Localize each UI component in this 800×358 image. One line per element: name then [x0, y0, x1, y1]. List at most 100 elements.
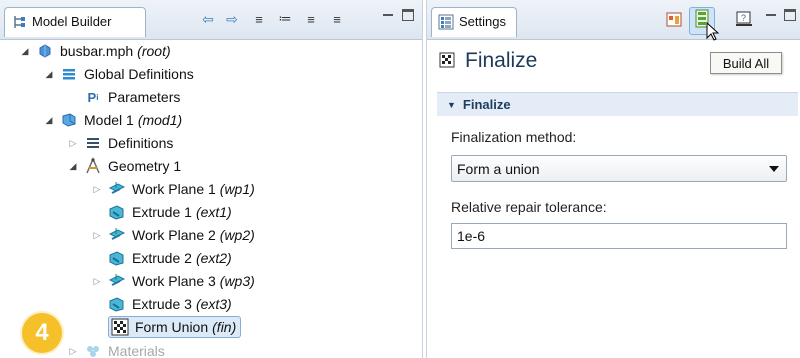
minimize-icon[interactable] [765, 9, 777, 21]
collapse-all-icon[interactable]: ≔ [276, 10, 294, 28]
workplane-icon [108, 180, 126, 198]
materials-icon [84, 342, 102, 358]
repair-tolerance-label: Relative repair tolerance: [451, 199, 607, 215]
expand-all-icon[interactable]: ≡ [250, 10, 268, 28]
mouse-cursor-icon [706, 21, 720, 45]
geometry-icon [84, 157, 102, 175]
tab-settings-label: Settings [459, 14, 506, 29]
tree-item-work-plane-3[interactable]: ▷ Work Plane 3 (wp3) [90, 270, 255, 292]
finalization-method-select[interactable]: Form a union [451, 155, 787, 182]
arrow-left-icon[interactable]: ⇦ [199, 10, 217, 28]
sort-down-icon[interactable]: ≡ [328, 10, 346, 28]
expand-toggle[interactable]: ▷ [90, 184, 104, 195]
expand-toggle[interactable]: ◢ [42, 115, 56, 126]
extrude-icon [108, 249, 126, 267]
tree-item-geometry-1[interactable]: ◢ Geometry 1 [66, 155, 181, 177]
tree-item-tag: (wp2) [219, 227, 255, 243]
expand-toggle[interactable]: ▷ [66, 346, 80, 357]
repair-tolerance-value: 1e-6 [457, 228, 486, 244]
tree-item-label: Parameters [108, 89, 181, 105]
tree-item-tag: (root) [137, 43, 171, 59]
arrow-right-icon[interactable]: ⇨ [223, 10, 241, 28]
model-builder-panel: Model Builder ⇦ ⇨ ≡ ≔ ≡ ≡ ◢ busbar.mph (… [0, 0, 423, 358]
settings-tabbar: Settings ? [427, 0, 800, 40]
model-builder-icon [11, 14, 27, 30]
tree-item-extrude-1[interactable]: Extrude 1 (ext1) [90, 201, 232, 223]
definitions-icon [84, 134, 102, 152]
settings-panel: Settings ? Finalize Build All ▼ Finalize… [426, 0, 800, 358]
tree-item-label: Extrude 3 [132, 296, 192, 312]
minimize-icon[interactable] [382, 9, 394, 21]
expand-toggle[interactable]: ◢ [66, 161, 80, 172]
finalization-method-value: Form a union [457, 160, 540, 177]
workplane-icon [108, 272, 126, 290]
tree-item-extrude-2[interactable]: Extrude 2 (ext2) [90, 247, 232, 269]
repair-tolerance-input[interactable]: 1e-6 [451, 223, 787, 249]
tree-item-tag: (ext2) [195, 250, 232, 266]
workplane-icon [108, 226, 126, 244]
page-title: Finalize [465, 49, 538, 72]
tree-item-label: Work Plane 3 [132, 273, 216, 289]
maximize-icon[interactable] [402, 9, 414, 21]
tree-item-tag: (mod1) [137, 112, 183, 128]
tree-item-parameters[interactable]: Pi Parameters [66, 86, 181, 108]
tree-item-form-union[interactable]: Form Union (fin) [90, 316, 242, 338]
tree-item-root[interactable]: ◢ busbar.mph (root) [18, 40, 171, 62]
extrude-icon [108, 203, 126, 221]
finalization-method-label: Finalization method: [451, 129, 577, 145]
expand-toggle[interactable]: ▷ [66, 138, 80, 149]
tree-item-label: Global Definitions [84, 66, 194, 82]
section-title: Finalize [462, 97, 511, 112]
tree-item-definitions[interactable]: ▷ Definitions [66, 132, 174, 154]
tree-item-work-plane-2[interactable]: ▷ Work Plane 2 (wp2) [90, 224, 255, 246]
tree-item-model-1[interactable]: ◢ Model 1 (mod1) [42, 109, 183, 131]
tree-item-label: Form Union [135, 319, 209, 335]
sort-up-icon[interactable]: ≡ [302, 10, 320, 28]
tree-item-tag: (wp3) [219, 273, 255, 289]
tree-item-tag: (wp1) [219, 181, 255, 197]
model-icon [60, 111, 78, 129]
expand-toggle[interactable]: ◢ [42, 69, 56, 80]
step-badge: 4 [22, 313, 62, 353]
build-selected-icon[interactable] [665, 10, 683, 28]
tree-item-tag: (fin) [212, 319, 237, 335]
tree-item-label: Materials [108, 343, 165, 358]
tree-item-label: Model 1 [84, 112, 134, 128]
collapse-section-icon[interactable]: ▼ [447, 100, 456, 110]
tree-item-work-plane-1[interactable]: ▷ Work Plane 1 (wp1) [90, 178, 255, 200]
expand-toggle[interactable]: ▷ [90, 276, 104, 287]
global-icon [60, 65, 78, 83]
tree-item-label: Work Plane 1 [132, 181, 216, 197]
tab-model-builder-label: Model Builder [32, 14, 112, 29]
expand-toggle[interactable]: ◢ [18, 46, 32, 57]
parameters-icon: Pi [87, 89, 99, 105]
tree-item-label: Extrude 2 [132, 250, 192, 266]
settings-icon [438, 14, 454, 30]
finalize-icon [437, 50, 457, 73]
extrude-icon [108, 295, 126, 313]
svg-text:?: ? [741, 13, 746, 23]
tree-item-label: Geometry 1 [108, 158, 182, 174]
tree-item-label: busbar.mph [60, 43, 134, 59]
expand-toggle[interactable]: ▷ [90, 230, 104, 241]
file-icon [36, 42, 54, 60]
tree-item-label: Extrude 1 [132, 204, 192, 220]
tree-item-label: Definitions [108, 135, 174, 151]
tab-model-builder[interactable]: Model Builder [4, 7, 146, 37]
tab-settings[interactable]: Settings [431, 7, 517, 37]
tree-item-extrude-3[interactable]: Extrude 3 (ext3) [90, 293, 232, 315]
tree-item-materials[interactable]: ▷ Materials [66, 340, 165, 358]
maximize-icon[interactable] [784, 9, 796, 21]
build-all-tooltip: Build All [710, 52, 782, 74]
tree-item-tag: (ext1) [195, 204, 232, 220]
section-finalize[interactable]: ▼ Finalize [437, 92, 798, 116]
model-builder-tabbar: Model Builder ⇦ ⇨ ≡ ≔ ≡ ≡ [0, 0, 422, 40]
form-union-icon [111, 318, 129, 336]
dropdown-arrow-icon[interactable] [769, 166, 779, 172]
tree-item-tag: (ext3) [195, 296, 232, 312]
selected-item-highlight[interactable]: Form Union (fin) [108, 316, 242, 338]
tree-item-label: Work Plane 2 [132, 227, 216, 243]
settings-header: Finalize [437, 46, 537, 76]
tree-item-global-definitions[interactable]: ◢ Global Definitions [42, 63, 194, 85]
help-icon[interactable]: ? [735, 10, 753, 28]
